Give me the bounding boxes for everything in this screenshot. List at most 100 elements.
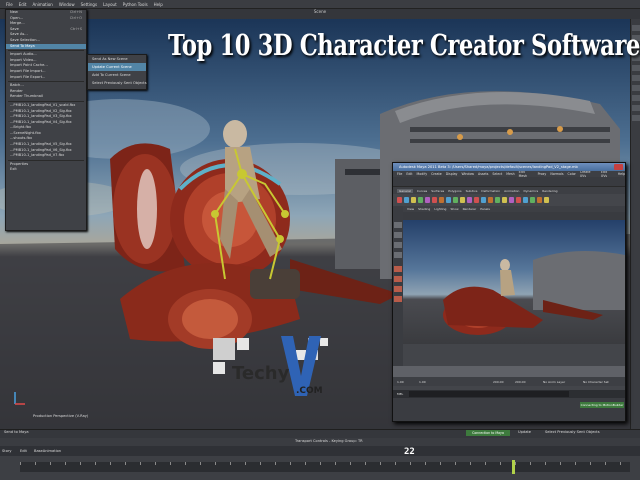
shelf-icon[interactable]: [404, 197, 409, 203]
menu-settings[interactable]: Settings: [81, 2, 97, 7]
maya-menu-item[interactable]: Normals: [550, 172, 563, 176]
menu-edit[interactable]: Edit: [19, 2, 27, 7]
maya-menu-item[interactable]: Display: [446, 172, 458, 176]
panel-menu-item[interactable]: Panels: [480, 207, 490, 211]
menu-window[interactable]: Window: [59, 2, 75, 7]
maya-timeslider[interactable]: [393, 366, 625, 377]
move-tool-icon[interactable]: [394, 232, 402, 238]
timeline-ruler[interactable]: [20, 462, 630, 472]
select-sent-objects-button[interactable]: Select Previously Sent Objects: [545, 430, 600, 434]
command-input[interactable]: [409, 391, 569, 397]
shelf-icon[interactable]: [481, 197, 486, 203]
shelf-icon[interactable]: [467, 197, 472, 203]
maya-menu-item[interactable]: Modify: [417, 172, 428, 176]
layout-icon[interactable]: [394, 266, 402, 272]
shelf-tab[interactable]: Curves: [417, 189, 427, 193]
maya-viewport[interactable]: [403, 220, 625, 344]
panel-menu-item[interactable]: Shading: [418, 207, 430, 211]
shelf-tab[interactable]: Polygons: [448, 189, 461, 193]
layout-icon[interactable]: [394, 276, 402, 282]
character-set-select[interactable]: No Character Set: [583, 380, 609, 384]
maya-menu-item[interactable]: Create: [431, 172, 442, 176]
shelf-icon[interactable]: [537, 197, 542, 203]
file-menu-item[interactable]: Send To Maya: [6, 43, 86, 50]
maya-menu-item[interactable]: Create UVs: [580, 170, 597, 178]
file-menu-item[interactable]: ...PMB10-1_landingPad_V7.fbx: [6, 153, 86, 159]
tool-button[interactable]: [632, 65, 640, 71]
shelf-icon[interactable]: [418, 197, 423, 203]
maya-menu-item[interactable]: Edit UVs: [601, 170, 614, 178]
shelf-icon[interactable]: [439, 197, 444, 203]
maya-menu-item[interactable]: Assets: [478, 172, 488, 176]
file-menu-item[interactable]: Import File Export...: [6, 75, 86, 81]
shelf-icon[interactable]: [460, 197, 465, 203]
tool-button[interactable]: [632, 105, 640, 111]
maya-range-slider[interactable]: 1.00 1.00 200.00 200.00 No Anim Layer No…: [393, 377, 625, 386]
range-end[interactable]: 200.00: [493, 380, 504, 384]
shelf-tab[interactable]: Rendering: [542, 189, 557, 193]
scale-tool-icon[interactable]: [394, 252, 402, 258]
shelf-tab[interactable]: General: [397, 188, 413, 193]
maya-menu-item[interactable]: Edit: [406, 172, 412, 176]
layer-selector[interactable]: BaseAnimation: [34, 449, 61, 453]
shelf-icon[interactable]: [432, 197, 437, 203]
shelf-icon[interactable]: [425, 197, 430, 203]
shelf-icon[interactable]: [411, 197, 416, 203]
shelf-icon[interactable]: [397, 197, 402, 203]
shelf-icon[interactable]: [495, 197, 500, 203]
menu-layout[interactable]: Layout: [103, 2, 117, 7]
edit-tab[interactable]: Edit: [20, 449, 27, 453]
menu-help[interactable]: Help: [154, 2, 163, 7]
shelf-tab[interactable]: Animation: [504, 189, 519, 193]
shelf-tab[interactable]: Subdivs: [466, 189, 478, 193]
update-button[interactable]: Update: [518, 430, 531, 434]
shelf-icon[interactable]: [446, 197, 451, 203]
panel-menu-item[interactable]: Renderer: [463, 207, 477, 211]
submenu-item[interactable]: Update Current Scene: [88, 63, 146, 71]
maya-menu-item[interactable]: Window: [461, 172, 474, 176]
select-tool-icon[interactable]: [394, 222, 402, 228]
maya-menu-item[interactable]: Help: [618, 172, 625, 176]
shelf-tab[interactable]: Surfaces: [431, 189, 444, 193]
layout-icon[interactable]: [394, 296, 402, 302]
shelf-tab[interactable]: Dynamics: [523, 189, 538, 193]
shelf-icon[interactable]: [530, 197, 535, 203]
motionbuilder-status-button[interactable]: Connecting to MotionBuilder: [580, 402, 624, 408]
rotate-tool-icon[interactable]: [394, 242, 402, 248]
submenu-item[interactable]: Send As New Scene: [88, 55, 146, 63]
connection-status-button[interactable]: Connection to Maya: [466, 430, 510, 436]
shelf-icon[interactable]: [488, 197, 493, 203]
shelf-icon[interactable]: [474, 197, 479, 203]
maya-window[interactable]: Autodesk Maya 2011 Beta 3: /Users/Shared…: [392, 162, 626, 422]
maya-menu-item[interactable]: Mesh: [506, 172, 514, 176]
story-tab[interactable]: Story: [2, 449, 12, 453]
submenu-item[interactable]: Select Previously Sent Objects: [88, 79, 147, 87]
maya-window-titlebar[interactable]: Autodesk Maya 2011 Beta 3: /Users/Shared…: [393, 163, 625, 171]
menu-animation[interactable]: Animation: [32, 2, 52, 7]
shelf-icon[interactable]: [544, 197, 549, 203]
range-current[interactable]: 1.00: [419, 380, 426, 384]
maya-menu-item[interactable]: Edit Mesh: [519, 170, 534, 178]
close-icon[interactable]: [614, 164, 623, 170]
panel-menu-item[interactable]: View: [407, 207, 414, 211]
range-end-2[interactable]: 200.00: [515, 380, 526, 384]
shelf-icon[interactable]: [502, 197, 507, 203]
range-start[interactable]: 1.00: [397, 380, 404, 384]
playhead[interactable]: [512, 460, 515, 474]
panel-menu-item[interactable]: Lighting: [434, 207, 446, 211]
file-menu-item[interactable]: Render Thumbnail: [6, 94, 86, 100]
maya-menu-item[interactable]: Proxy: [538, 172, 547, 176]
tool-button[interactable]: [632, 115, 640, 121]
shelf-icon[interactable]: [516, 197, 521, 203]
tool-button[interactable]: [632, 85, 640, 91]
panel-menu-item[interactable]: Show: [450, 207, 458, 211]
maya-menu-item[interactable]: Color: [568, 172, 576, 176]
menu-file[interactable]: File: [6, 2, 13, 7]
shelf-icon[interactable]: [509, 197, 514, 203]
maya-menu-item[interactable]: Select: [492, 172, 502, 176]
anim-layer-select[interactable]: No Anim Layer: [543, 380, 565, 384]
shelf-tab[interactable]: Deformation: [481, 189, 500, 193]
menu-python-tools[interactable]: Python Tools: [123, 2, 148, 7]
tool-button[interactable]: [632, 75, 640, 81]
file-menu-item[interactable]: Exit: [6, 167, 86, 173]
